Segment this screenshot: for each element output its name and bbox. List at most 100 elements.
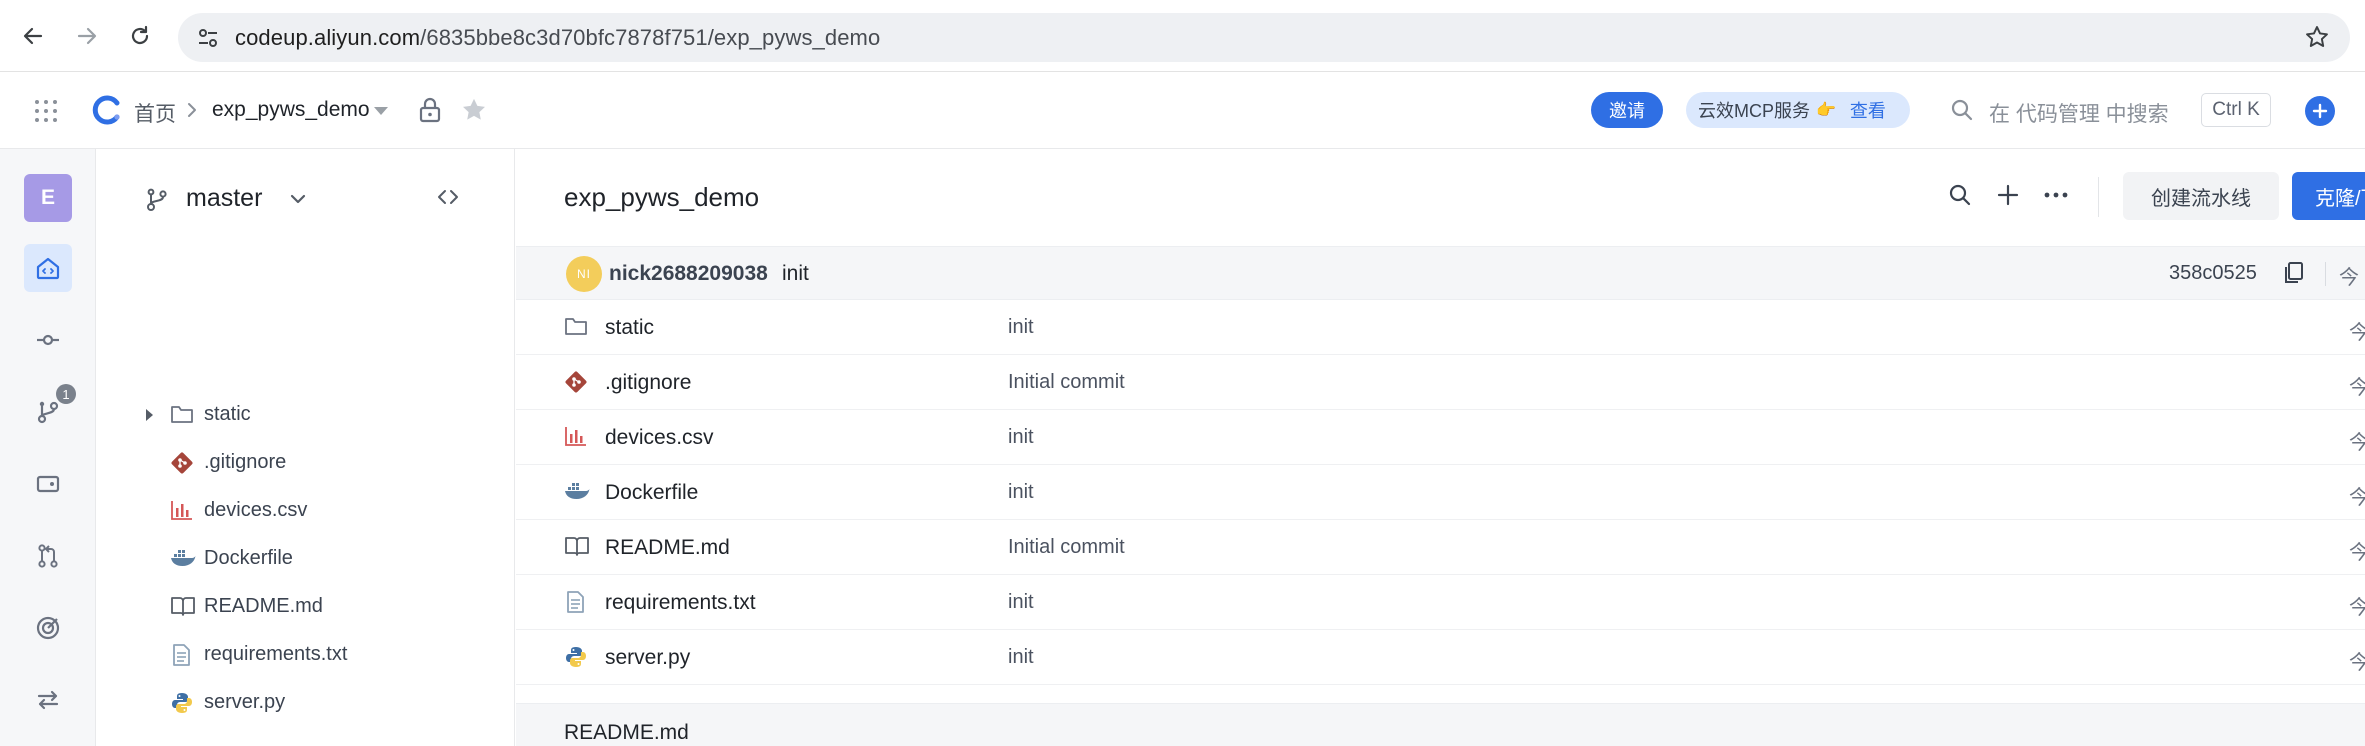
tree-item-label: Dockerfile — [204, 547, 293, 569]
address-bar[interactable]: codeup.aliyun.com/6835bbe8c3d70bfc7878f7… — [178, 13, 2350, 62]
favorite-star-icon[interactable] — [460, 96, 488, 129]
csv-chart-icon — [170, 499, 194, 526]
commit-message[interactable]: init — [782, 262, 809, 286]
file-commit-message[interactable]: init — [1008, 426, 1034, 449]
divider — [2325, 262, 2326, 286]
tree-item-label: .gitignore — [204, 451, 287, 473]
file-commit-message[interactable]: init — [1008, 646, 1034, 669]
file-name-link[interactable]: .gitignore — [605, 371, 691, 395]
tree-item-dockerfile[interactable]: Dockerfile — [96, 535, 514, 583]
lock-icon — [418, 97, 442, 128]
table-row[interactable]: server.py init 今 — [516, 630, 2365, 685]
table-row[interactable]: devices.csv init 今 — [516, 410, 2365, 465]
chevron-right-icon — [186, 101, 198, 124]
caret-down-icon[interactable] — [372, 104, 390, 122]
table-row[interactable]: Dockerfile init 今 — [516, 465, 2365, 520]
file-commit-message[interactable]: init — [1008, 316, 1034, 339]
file-name-link[interactable]: requirements.txt — [605, 591, 756, 615]
pointing-hand-icon: 👉 — [1816, 102, 1836, 119]
home-icon — [36, 257, 60, 280]
arrow-right-icon — [77, 27, 97, 45]
rail-item-commits[interactable] — [24, 316, 72, 364]
url-host: codeup.aliyun.com — [235, 25, 421, 50]
search-icon[interactable] — [1950, 98, 1974, 127]
file-commit-message[interactable]: init — [1008, 481, 1034, 504]
table-row[interactable]: static init 今 — [516, 300, 2365, 355]
sync-icon — [37, 690, 59, 710]
file-name-link[interactable]: Dockerfile — [605, 481, 698, 505]
file-commit-time: 今 — [2349, 487, 2365, 509]
commit-author[interactable]: nick2688209038 — [609, 262, 768, 286]
rail-item-tags[interactable] — [24, 460, 72, 508]
invite-button[interactable]: 邀请 — [1591, 92, 1663, 128]
plus-icon — [2312, 103, 2328, 119]
breadcrumb-repo[interactable]: exp_pyws_demo — [212, 98, 370, 122]
tree-item-readme[interactable]: README.md — [96, 583, 514, 631]
table-row[interactable]: .gitignore Initial commit 今 — [516, 355, 2365, 410]
branches-count-badge: 1 — [56, 384, 76, 404]
rail-item-sync[interactable] — [24, 676, 72, 724]
mcp-view-link[interactable]: 查看 — [1850, 97, 1886, 123]
create-pipeline-button[interactable]: 创建流水线 — [2123, 172, 2279, 220]
create-new-button[interactable] — [2305, 96, 2335, 126]
tree-item-gitignore[interactable]: .gitignore — [96, 439, 514, 487]
bookmark-star-icon[interactable] — [2304, 24, 2330, 55]
rail-item-insights[interactable] — [24, 604, 72, 652]
file-commit-message[interactable]: Initial commit — [1008, 371, 1125, 394]
copy-icon[interactable] — [2282, 261, 2304, 290]
tree-item-server-py[interactable]: server.py — [96, 679, 514, 727]
site-info-icon[interactable] — [196, 26, 220, 55]
org-avatar[interactable]: E — [24, 174, 72, 222]
tree-item-static[interactable]: static — [96, 391, 514, 439]
app-grid-icon[interactable] — [34, 99, 58, 128]
search-icon[interactable] — [1948, 183, 1972, 212]
latest-commit-bar: NI nick2688209038 init 358c0525 今 — [516, 246, 2365, 300]
forward-button[interactable] — [70, 19, 104, 53]
branch-icon — [37, 401, 59, 424]
file-name-link[interactable]: devices.csv — [605, 426, 714, 450]
file-name-link[interactable]: static — [605, 316, 654, 340]
file-name-link[interactable]: README.md — [605, 536, 730, 560]
rail-item-code-home[interactable] — [24, 244, 72, 292]
more-options-icon[interactable] — [2043, 183, 2069, 212]
avatar[interactable]: NI — [566, 256, 602, 292]
reload-icon — [131, 25, 149, 45]
collapse-panel-icon[interactable] — [436, 187, 460, 212]
arrow-left-icon — [23, 27, 43, 45]
add-file-icon[interactable] — [1996, 183, 2020, 212]
commit-sha[interactable]: 358c0525 — [2169, 262, 2257, 285]
table-row[interactable]: README.md Initial commit 今 — [516, 520, 2365, 575]
branch-selector[interactable]: master — [186, 184, 262, 213]
commit-time: 今 — [2339, 267, 2359, 289]
file-commit-message[interactable]: Initial commit — [1008, 536, 1125, 559]
file-commit-message[interactable]: init — [1008, 591, 1034, 614]
file-commit-time: 今 — [2349, 432, 2365, 454]
clone-download-button[interactable]: 克隆/下载 — [2292, 172, 2365, 220]
url-text[interactable]: codeup.aliyun.com/6835bbe8c3d70bfc7878f7… — [235, 25, 880, 51]
breadcrumb-home[interactable]: 首页 — [134, 98, 176, 128]
python-icon — [564, 645, 588, 674]
codeup-logo-icon[interactable] — [92, 95, 122, 130]
url-path: /6835bbe8c3d70bfc7878f751/exp_pyws_demo — [420, 25, 881, 50]
back-button[interactable] — [16, 19, 50, 53]
browser-toolbar: codeup.aliyun.com/6835bbe8c3d70bfc7878f7… — [0, 0, 2365, 72]
text-file-icon — [564, 590, 586, 619]
readme-header: README.md — [516, 703, 2365, 746]
global-search-input[interactable]: 在 代码管理 中搜索 — [1989, 98, 2169, 128]
left-nav-rail: E 1 — [0, 149, 96, 746]
chevron-down-icon[interactable] — [289, 192, 307, 210]
git-icon — [170, 451, 194, 480]
reload-button[interactable] — [123, 19, 157, 53]
file-name-link[interactable]: server.py — [605, 646, 690, 670]
rail-item-merge-requests[interactable] — [24, 532, 72, 580]
tree-item-devices-csv[interactable]: devices.csv — [96, 487, 514, 535]
rail-item-branches[interactable]: 1 — [24, 384, 76, 436]
mcp-service-banner[interactable]: 云效MCP服务 👉 查看 — [1686, 92, 1910, 128]
mcp-service-label: 云效MCP服务 — [1698, 101, 1810, 121]
caret-right-icon[interactable] — [144, 408, 154, 427]
book-icon — [564, 535, 590, 562]
tree-item-requirements[interactable]: requirements.txt — [96, 631, 514, 679]
table-row[interactable]: requirements.txt init 今 — [516, 575, 2365, 630]
csv-chart-icon — [564, 425, 588, 452]
search-shortcut-hint: Ctrl K — [2201, 93, 2271, 127]
